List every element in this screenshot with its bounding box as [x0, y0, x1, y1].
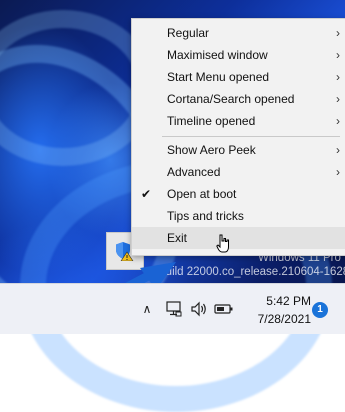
battery-icon[interactable] [213, 284, 235, 334]
notification-badge[interactable]: 1 [312, 302, 328, 318]
clock-date: 7/28/2021 [257, 312, 311, 326]
taskbar: ∧ 5:42 PM 7/28/2021 1 [0, 283, 345, 334]
chevron-up-icon[interactable]: ∧ [138, 284, 156, 334]
volume-icon[interactable] [189, 284, 209, 334]
taskbar-clock[interactable]: 5:42 PM 7/28/2021 [253, 292, 311, 328]
clock-time: 5:42 PM [266, 294, 311, 308]
network-icon[interactable] [163, 284, 185, 334]
